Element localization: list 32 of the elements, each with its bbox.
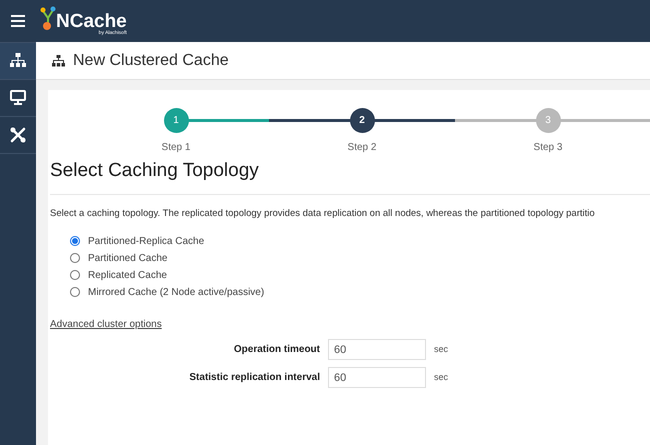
unit-label: sec bbox=[434, 371, 448, 384]
unit-label: sec bbox=[434, 343, 448, 356]
sitemap-icon bbox=[10, 53, 26, 69]
step-circle: 3 bbox=[536, 108, 560, 133]
step-label: Step 2 bbox=[348, 141, 376, 155]
radio-button[interactable] bbox=[70, 270, 80, 280]
radio-label[interactable]: Replicated Cache bbox=[88, 268, 167, 283]
input-field[interactable]: 60 bbox=[328, 367, 426, 388]
logo-text: NCache bbox=[56, 12, 127, 31]
advanced-options-link[interactable]: Advanced cluster options bbox=[50, 316, 162, 332]
radio-label[interactable]: Partitioned-Replica Cache bbox=[88, 234, 204, 249]
radio-label[interactable]: Mirrored Cache (2 Node active/passive) bbox=[88, 284, 264, 300]
logo-icon bbox=[40, 6, 56, 32]
section-heading: Select Caching Topology bbox=[50, 157, 650, 194]
radio-button[interactable] bbox=[70, 287, 80, 298]
description-text: Select a caching topology. The replicated topology provides data replication on all nodes, whereas the partitioned topology partitio bbox=[50, 206, 596, 220]
radio-button[interactable] bbox=[70, 253, 80, 264]
monitor-icon bbox=[10, 90, 26, 106]
field-label: Operation timeout bbox=[232, 343, 320, 358]
menu-icon bbox=[11, 15, 25, 27]
step-circle: 1 bbox=[164, 108, 188, 133]
page-title: New Clustered Cache bbox=[73, 50, 229, 70]
input-field[interactable]: 60 bbox=[328, 339, 426, 360]
sitemap-icon bbox=[52, 54, 65, 66]
step-circle: 2 bbox=[350, 108, 374, 133]
step-label: Step 3 bbox=[534, 141, 562, 155]
radio-label[interactable]: Partitioned Cache bbox=[88, 250, 168, 266]
field-label: Statistic replication interval bbox=[188, 371, 320, 386]
tools-icon bbox=[10, 127, 26, 143]
radio-button[interactable] bbox=[70, 236, 80, 246]
step-label: Step 1 bbox=[162, 141, 190, 155]
sidebar-item[interactable] bbox=[0, 43, 36, 80]
